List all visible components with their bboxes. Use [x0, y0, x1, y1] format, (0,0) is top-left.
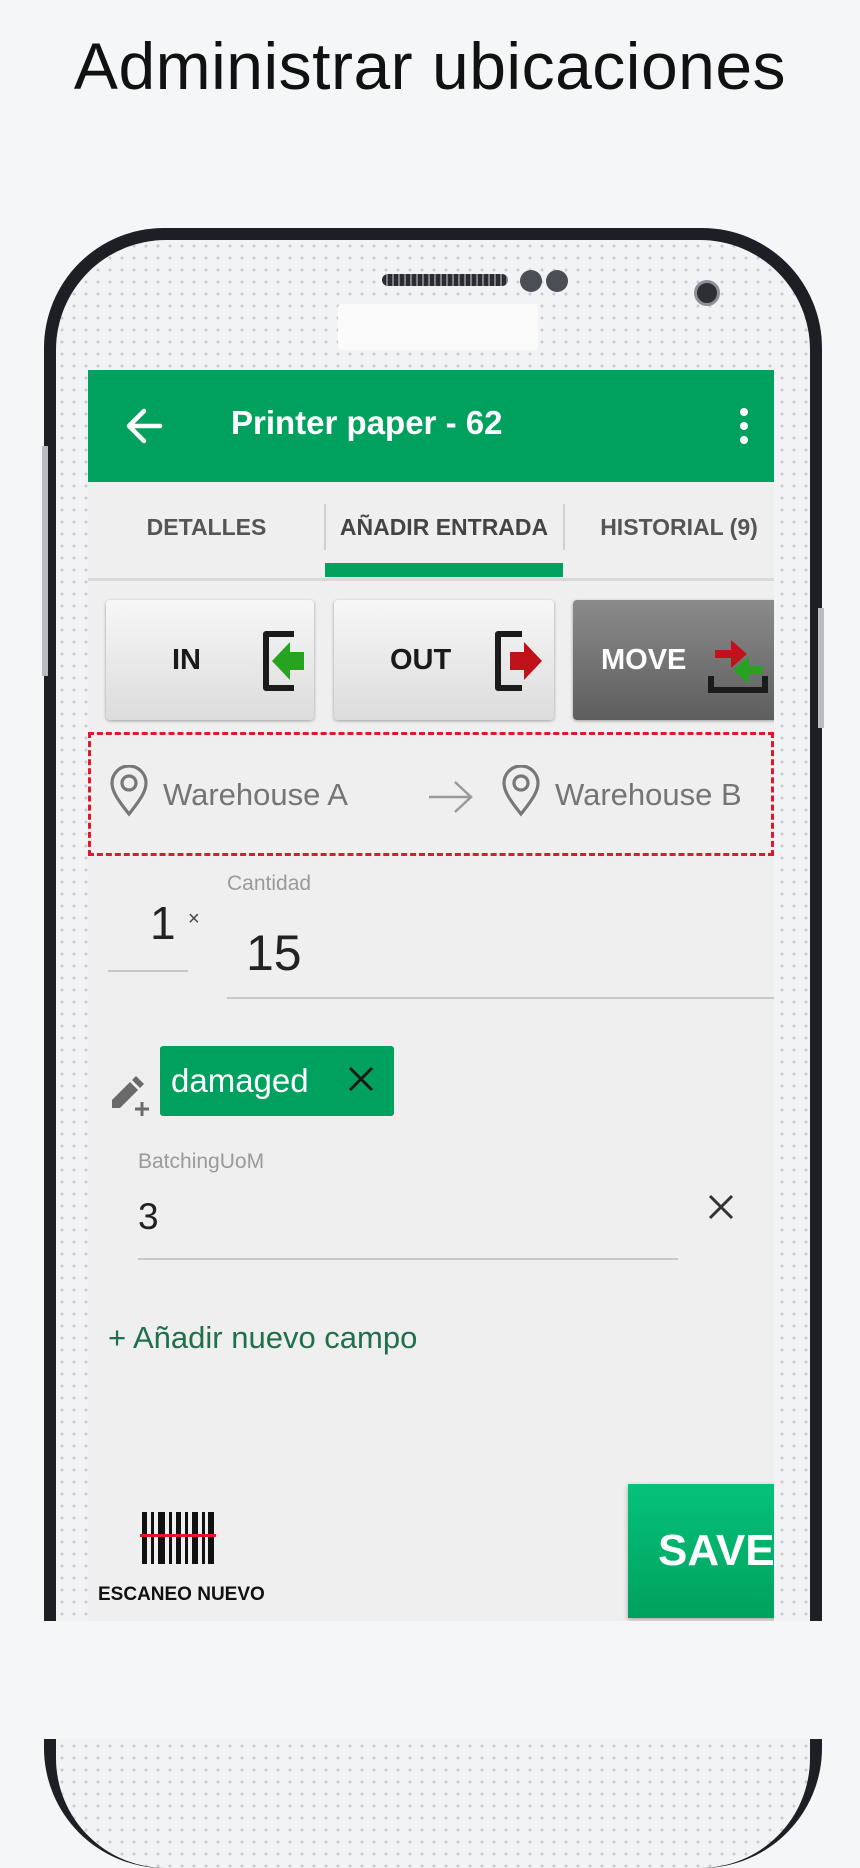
- item-title: Printer paper - 62: [231, 404, 503, 441]
- mode-out-button[interactable]: OUT: [334, 600, 554, 720]
- volume-button: [42, 446, 48, 676]
- route-selector[interactable]: Warehouse A Warehouse B: [88, 732, 774, 856]
- active-tab-indicator: [325, 563, 563, 577]
- mode-in-button[interactable]: IN: [106, 600, 314, 720]
- mode-in-label: IN: [172, 644, 201, 676]
- batching-underline: [138, 1258, 678, 1260]
- tag-chip-damaged: damaged: [160, 1046, 394, 1116]
- power-button: [818, 608, 824, 728]
- brand-plate: [338, 304, 538, 350]
- tab-historial[interactable]: HISTORIAL (9): [564, 482, 774, 578]
- multiplier-symbol: ×: [188, 908, 200, 930]
- multiplier-input[interactable]: 1: [150, 896, 176, 950]
- new-scan-label: ESCANEO NUEVO: [98, 1584, 265, 1605]
- mode-move-button[interactable]: MOVE: [573, 600, 774, 720]
- batching-input[interactable]: 3: [138, 1196, 159, 1238]
- page-background-bottom: [0, 1621, 860, 1739]
- new-scan-button[interactable]: ESCANEO NUEVO: [88, 1510, 268, 1620]
- quantity-input[interactable]: 15: [246, 924, 302, 982]
- back-arrow-icon[interactable]: [124, 404, 164, 448]
- app-screen: Printer paper - 62 DETALLES AÑADIR ENTRA…: [88, 370, 774, 1621]
- light-sensor: [546, 270, 568, 292]
- app-bar: Printer paper - 62: [88, 370, 774, 482]
- promo-title: Administrar ubicaciones: [73, 29, 787, 103]
- move-icon: [708, 640, 768, 693]
- arrow-right-icon: [429, 781, 473, 813]
- add-new-field-link[interactable]: + Añadir nuevo campo: [108, 1320, 417, 1356]
- quantity-underline: [227, 997, 774, 999]
- more-vert-icon[interactable]: [738, 404, 750, 448]
- mode-out-label: OUT: [390, 644, 452, 676]
- location-pin-icon: [502, 765, 540, 817]
- save-button[interactable]: SAVE: [628, 1484, 774, 1618]
- route-from[interactable]: Warehouse A: [163, 777, 348, 813]
- tab-detalles[interactable]: DETALLES: [88, 482, 325, 578]
- close-icon[interactable]: [346, 1064, 376, 1094]
- clear-field-icon[interactable]: [706, 1192, 736, 1222]
- quantity-label: Cantidad: [227, 872, 312, 895]
- proximity-sensor: [520, 270, 542, 292]
- multiplier-underline: [108, 970, 188, 972]
- earpiece-speaker: [382, 274, 508, 286]
- location-pin-icon: [110, 765, 148, 817]
- mode-move-label: MOVE: [601, 644, 687, 676]
- exit-icon: [495, 631, 542, 691]
- batching-label: BatchingUoM: [138, 1150, 265, 1173]
- add-tag-icon[interactable]: [106, 1070, 154, 1118]
- front-camera: [694, 280, 720, 306]
- tag-chip-label: damaged: [171, 1062, 309, 1099]
- route-to[interactable]: Warehouse B: [555, 777, 742, 813]
- enter-icon: [263, 631, 304, 691]
- barcode-icon: [140, 1512, 216, 1564]
